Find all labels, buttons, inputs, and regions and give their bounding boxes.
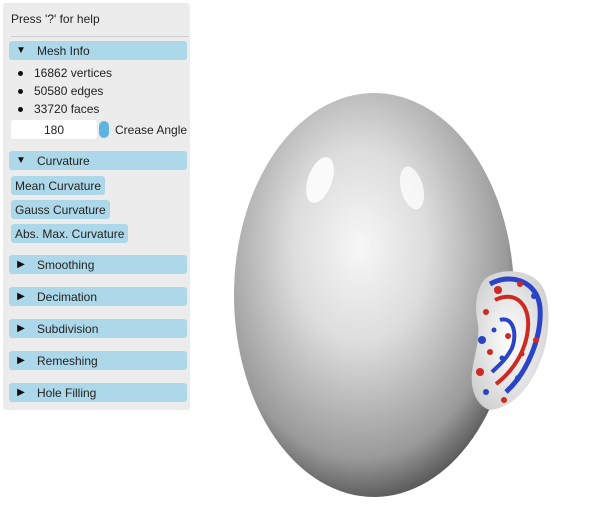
- section-decimation[interactable]: ▶ Decimation: [9, 287, 187, 306]
- bullet-icon: [18, 106, 23, 112]
- bullet-icon: [18, 70, 23, 76]
- mean-curvature-button[interactable]: Mean Curvature: [11, 176, 106, 195]
- section-hole-filling[interactable]: ▶ Hole Filling: [9, 383, 187, 402]
- triangle-right-icon: ▶: [17, 291, 25, 302]
- section-subdivision[interactable]: ▶ Subdivision: [9, 319, 187, 338]
- section-label: Mesh Info: [37, 43, 90, 58]
- triangle-right-icon: ▶: [17, 259, 25, 270]
- edge-count: 50580 edges: [34, 84, 104, 98]
- section-mesh-info[interactable]: ▼ Mesh Info: [9, 41, 187, 60]
- crease-angle-label: Crease Angle: [115, 123, 188, 137]
- section-label: Smoothing: [37, 257, 95, 272]
- gauss-curvature-button[interactable]: Gauss Curvature: [11, 200, 110, 219]
- face-count: 33720 faces: [34, 102, 100, 116]
- head-mesh: [234, 93, 514, 497]
- triangle-down-icon: ▼: [16, 45, 26, 56]
- section-curvature[interactable]: ▼ Curvature: [9, 151, 187, 170]
- section-label: Remeshing: [37, 353, 98, 368]
- help-hint: Press '?' for help: [11, 12, 100, 26]
- section-label: Decimation: [37, 289, 98, 304]
- triangle-right-icon: ▶: [17, 355, 25, 366]
- bullet-icon: [18, 88, 23, 94]
- triangle-right-icon: ▶: [17, 387, 25, 398]
- section-remeshing[interactable]: ▶ Remeshing: [9, 351, 187, 370]
- section-label: Hole Filling: [37, 385, 97, 400]
- crease-angle-slider-handle[interactable]: [99, 121, 109, 138]
- section-label: Subdivision: [37, 321, 99, 336]
- triangle-down-icon: ▼: [16, 155, 26, 166]
- crease-angle-field[interactable]: 180: [11, 120, 97, 139]
- divider: [11, 36, 189, 37]
- list-item: 33720 faces: [15, 102, 99, 116]
- triangle-right-icon: ▶: [17, 323, 25, 334]
- ear-curvature-map: [471, 271, 549, 410]
- section-smoothing[interactable]: ▶ Smoothing: [9, 255, 187, 274]
- section-label: Curvature: [37, 153, 90, 168]
- control-panel: Press '?' for help ▼ Mesh Info 16862 ver…: [3, 3, 190, 410]
- list-item: 50580 edges: [15, 84, 103, 98]
- abs-max-curvature-button[interactable]: Abs. Max. Curvature: [11, 224, 129, 243]
- vertex-count: 16862 vertices: [34, 66, 113, 80]
- list-item: 16862 vertices: [15, 66, 112, 80]
